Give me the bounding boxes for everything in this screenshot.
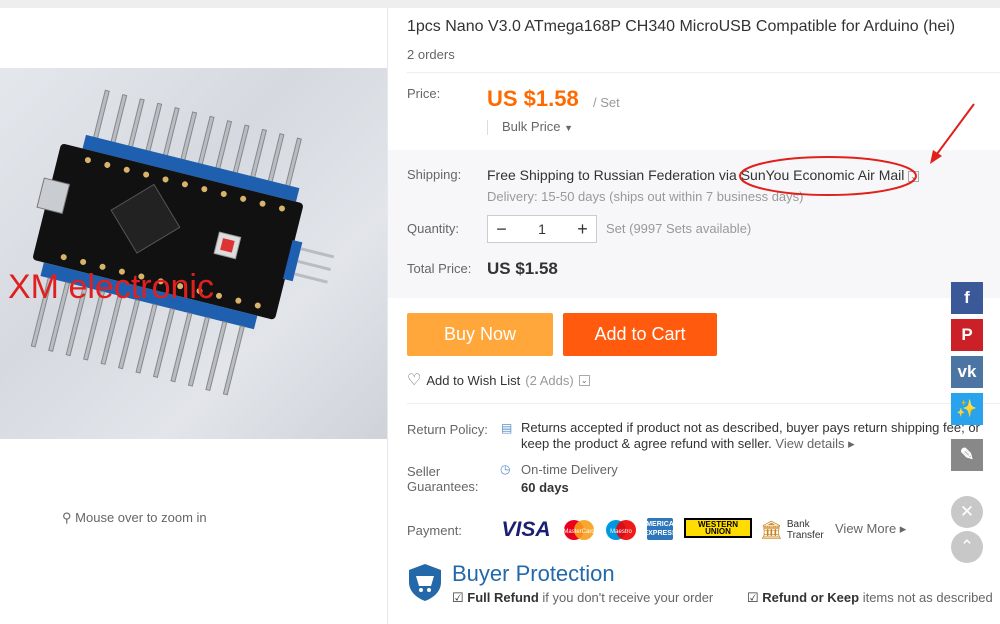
quantity-available: Set (9997 Sets available) (606, 221, 752, 236)
top-bar (0, 0, 1000, 8)
pinterest-icon[interactable]: P (951, 319, 983, 351)
return-policy-label: Return Policy: (407, 422, 488, 437)
increase-button[interactable]: + (569, 219, 596, 240)
bulk-price-dropdown[interactable]: Bulk Price ▼ (487, 120, 573, 135)
twitter-icon[interactable]: ✨ (951, 393, 983, 425)
column-divider (387, 8, 388, 624)
close-icon[interactable]: ✕ (951, 496, 983, 528)
decrease-button[interactable]: − (488, 219, 515, 240)
caret-down-icon: ▼ (564, 123, 574, 133)
divider (407, 403, 1000, 404)
shield-cart-icon (407, 562, 443, 602)
shipping-label: Shipping: (407, 167, 462, 182)
quantity-stepper[interactable]: − 1 + (487, 215, 597, 243)
payment-label: Payment: (407, 523, 462, 538)
svg-text:MasterCard: MasterCard (563, 529, 594, 535)
quantity-input[interactable]: 1 (515, 221, 569, 237)
total-value: US $1.58 (487, 259, 558, 278)
wishlist-count: (2 Adds) (525, 372, 574, 388)
buyer-protection-title: Buyer Protection (452, 561, 615, 586)
quantity-label: Quantity: (407, 221, 460, 236)
product-image[interactable]: XM electronic (0, 68, 387, 439)
red-annotation (739, 103, 975, 196)
full-refund-item: ☑ Full Refund if you don't receive your … (452, 590, 714, 605)
scroll-top-icon[interactable]: ⌃ (951, 531, 983, 563)
arduino-nano-illustration: XM electronic (8, 89, 335, 396)
view-more-payments[interactable]: View More ▸ (835, 521, 906, 537)
wishlist-dropdown[interactable]: ⌄ (578, 374, 590, 386)
price-value: US $1.58 (487, 86, 579, 111)
refund-or-keep-item: ☑ Refund or Keep items not as described (747, 590, 993, 605)
on-time-delivery: On-time Delivery (521, 462, 618, 477)
heart-icon: ♡ (407, 372, 422, 389)
amex-icon: AMERICAN EXPRESS (641, 518, 679, 540)
price-label: Price: (407, 86, 441, 101)
zoom-hint: ⚲ Mouse over to zoom in (62, 510, 207, 525)
svg-text:Maestro: Maestro (610, 529, 632, 535)
product-title: 1pcs Nano V3.0 ATmega168P CH340 MicroUSB… (407, 18, 956, 35)
checkbox-icon: ☑ (452, 590, 464, 605)
view-details-link[interactable]: View details ▸ (775, 436, 854, 451)
price-unit: / Set (593, 95, 620, 110)
vk-icon[interactable]: vk (951, 356, 983, 388)
seller-guarantees-label: Seller Guarantees: (407, 464, 479, 494)
delivery-days: 60 days (521, 480, 569, 495)
mastercard-icon: MasterCard (560, 518, 598, 542)
order-count: 2 orders (407, 47, 455, 62)
facebook-icon[interactable]: f (951, 282, 983, 314)
buy-now-button[interactable]: Buy Now (407, 313, 553, 356)
bank-transfer-icon: 🏛 Bank Transfer (760, 519, 824, 541)
wishlist-link[interactable]: ♡ Add to Wish List (2 Adds) ⌄ (407, 370, 590, 390)
divider (407, 72, 1000, 73)
clock-truck-icon: ◷ (500, 462, 511, 476)
magnifier-icon: ⚲ (62, 510, 72, 525)
total-label: Total Price: (407, 261, 472, 276)
maestro-icon: Maestro (603, 518, 639, 542)
checkbox-icon: ☑ (747, 590, 759, 605)
return-policy-icon: ▤ (501, 421, 513, 435)
edit-icon[interactable]: ✎ (951, 439, 983, 471)
visa-icon: VISA (501, 518, 551, 541)
add-to-cart-button[interactable]: Add to Cart (563, 313, 717, 356)
return-policy-text: Returns accepted if product not as descr… (521, 420, 980, 451)
western-union-icon: WESTERN UNION (684, 518, 752, 538)
image-watermark: XM electronic (8, 268, 214, 306)
